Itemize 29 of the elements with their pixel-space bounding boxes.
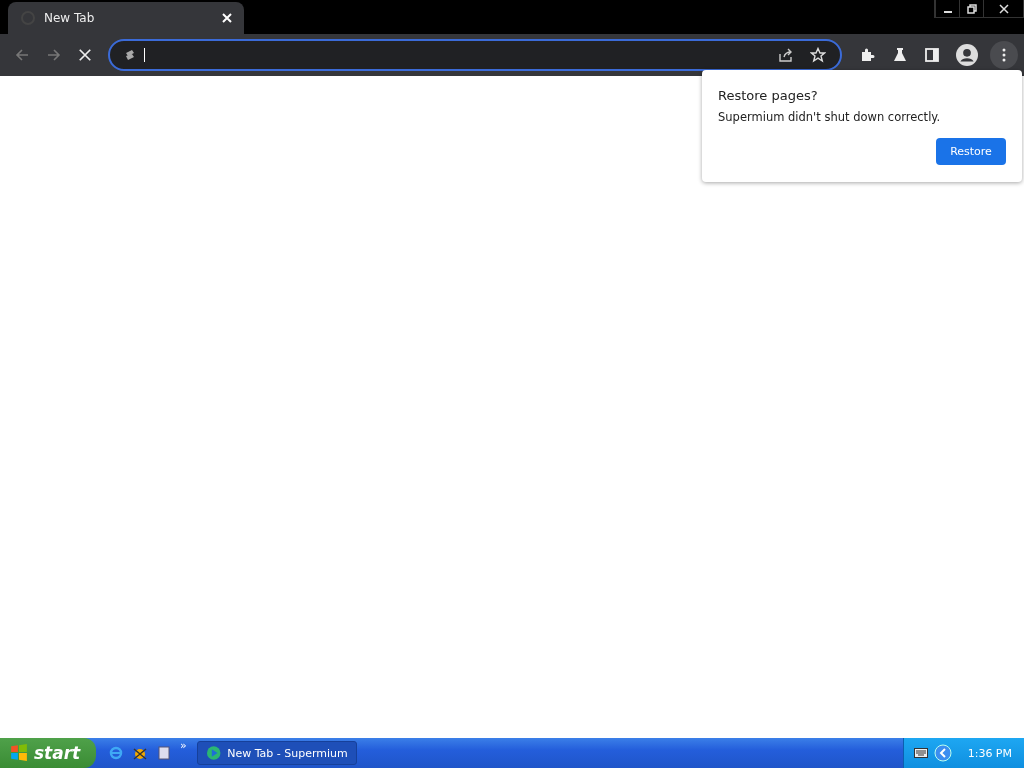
menu-icon[interactable] bbox=[1002, 48, 1006, 62]
stop-icon[interactable] bbox=[78, 48, 92, 62]
app-icon bbox=[205, 745, 222, 761]
text-cursor bbox=[144, 48, 145, 62]
forward-arrow-icon[interactable] bbox=[46, 47, 62, 63]
keyboard-icon[interactable] bbox=[913, 748, 928, 758]
address-field[interactable] bbox=[108, 39, 842, 71]
restore-button[interactable]: Restore bbox=[936, 138, 1006, 165]
popup-message: Supermium didn't shut down correctly. bbox=[718, 110, 942, 124]
windows-logo-icon bbox=[10, 744, 28, 762]
star-icon[interactable] bbox=[810, 47, 826, 63]
tab-title: New Tab bbox=[44, 11, 96, 25]
browser-tab[interactable]: New Tab bbox=[8, 2, 244, 34]
overflow-chevron[interactable]: » bbox=[180, 739, 187, 752]
popup-title: Restore pages? bbox=[718, 88, 819, 103]
restore-icon[interactable] bbox=[966, 3, 977, 14]
start-button[interactable]: start bbox=[0, 738, 96, 768]
back-arrow-icon[interactable] bbox=[14, 47, 30, 63]
share-icon[interactable] bbox=[778, 47, 794, 63]
document-icon[interactable] bbox=[156, 745, 172, 761]
close-icon[interactable] bbox=[998, 3, 1009, 14]
side-panel-icon[interactable] bbox=[924, 47, 940, 63]
profile-icon[interactable] bbox=[956, 44, 978, 66]
taskbar-button[interactable]: New Tab - Supermium bbox=[196, 741, 357, 765]
clock: 1:36 PM bbox=[967, 746, 1012, 760]
page-icon bbox=[124, 49, 136, 61]
puzzle-icon[interactable] bbox=[860, 47, 876, 63]
flask-icon[interactable] bbox=[892, 47, 908, 63]
menu-button[interactable] bbox=[990, 41, 1018, 69]
